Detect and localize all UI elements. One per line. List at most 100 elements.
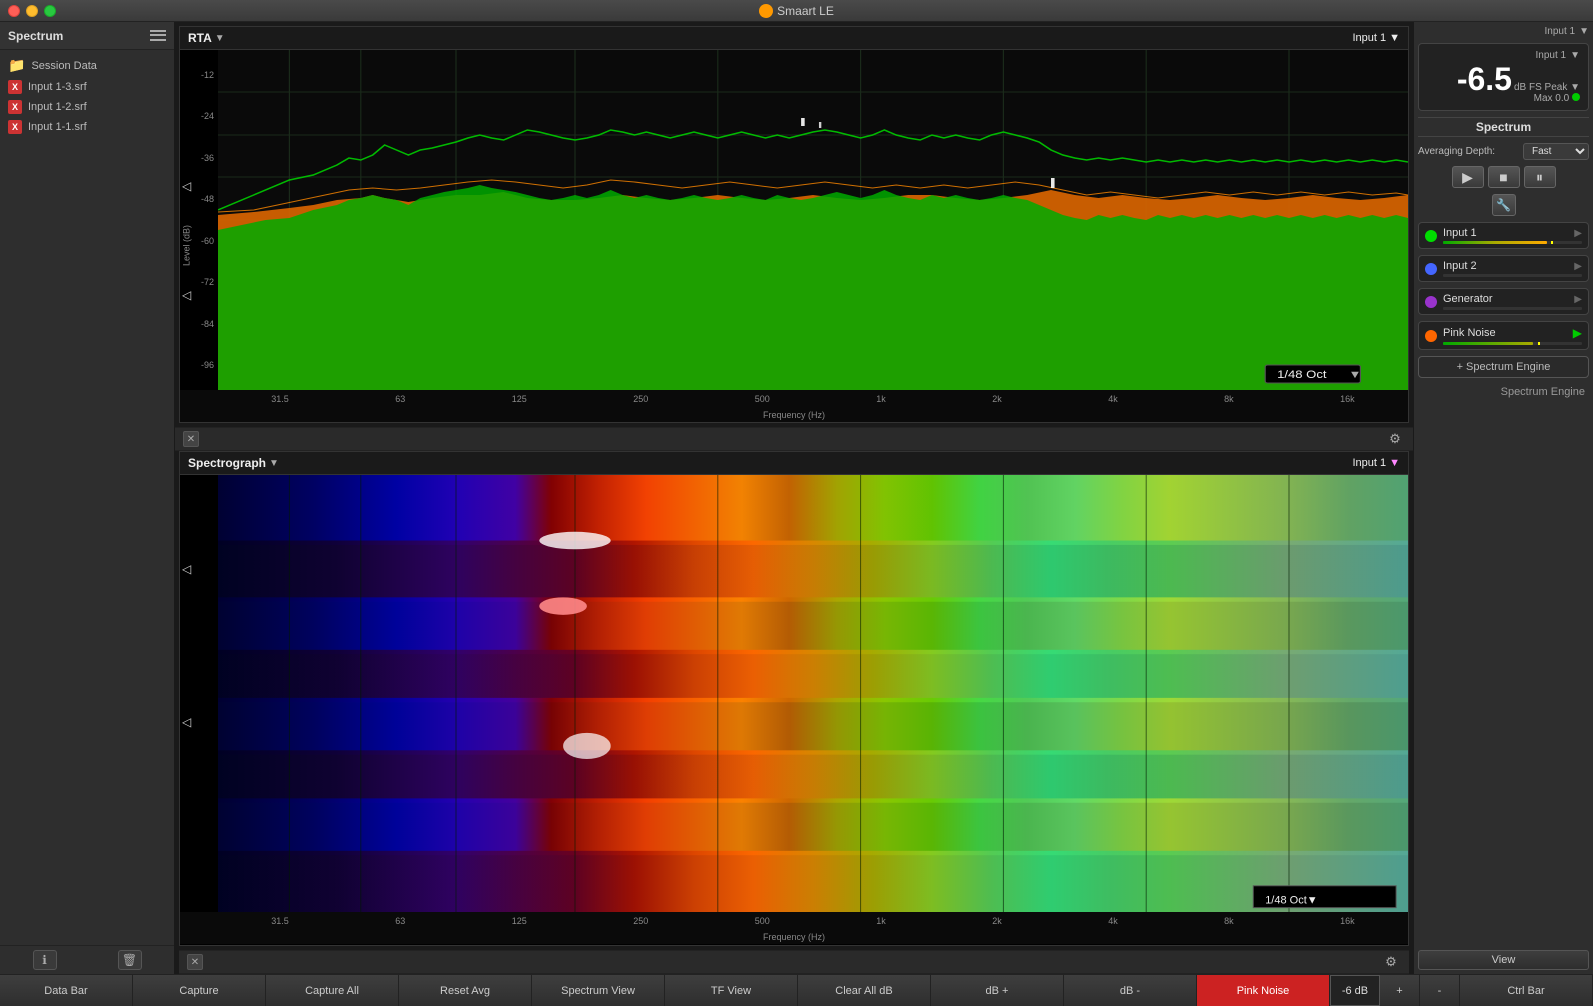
generator-dot: [1425, 296, 1437, 308]
data-bar-button[interactable]: Data Bar: [0, 975, 133, 1006]
pause-button[interactable]: ⏸: [1524, 166, 1556, 188]
sidebar-info-button[interactable]: ℹ: [33, 950, 57, 970]
pink-noise-meter-fill: [1443, 342, 1533, 345]
spectrograph-handle-1[interactable]: ◁: [182, 562, 191, 576]
channel-input2[interactable]: Input 2 ▶: [1418, 255, 1589, 282]
rta-input-selector[interactable]: Input 1 ▼: [1352, 32, 1400, 44]
window-title: Smaart LE: [759, 4, 834, 18]
input1-meter: [1443, 241, 1582, 244]
rta-panel: RTA ▼ Input 1 ▼ Level (dB) -12 -24 -36: [179, 26, 1409, 423]
input1-dot: [1425, 230, 1437, 242]
main-area: Spectrum 📁 Session Data X Input 1-3.srf …: [0, 22, 1593, 974]
app-icon: [759, 4, 773, 18]
y-axis-values: -12 -24 -36 -48 -60 -72 -84 -96: [201, 50, 214, 390]
view-button[interactable]: View: [1418, 950, 1589, 970]
level-input-dropdown[interactable]: ▼: [1570, 50, 1580, 61]
minimize-button[interactable]: [26, 5, 38, 17]
spectrograph-handle-2[interactable]: ◁: [182, 715, 191, 729]
rta-chart: Level (dB) -12 -24 -36 -48 -60 -72 -84 -…: [180, 50, 1408, 390]
file-icon-2: X: [8, 100, 22, 114]
wrench-button[interactable]: 🔧: [1492, 194, 1516, 216]
close-button[interactable]: [8, 5, 20, 17]
sidebar-delete-button[interactable]: 🗑: [118, 950, 142, 970]
channel-generator[interactable]: Generator ▶: [1418, 288, 1589, 315]
sidebar: Spectrum 📁 Session Data X Input 1-3.srf …: [0, 22, 175, 974]
play-button[interactable]: ▶: [1452, 166, 1484, 188]
sidebar-content: 📁 Session Data X Input 1-3.srf X Input 1…: [0, 50, 174, 945]
svg-text:1/48 Oct: 1/48 Oct: [1277, 368, 1327, 381]
right-input-arrow[interactable]: ▼: [1579, 26, 1589, 37]
spectrograph-chart: ◁ ◁: [180, 475, 1408, 912]
sidebar-header: Spectrum: [0, 22, 174, 50]
spectrograph-input-selector[interactable]: Input 1 ▼: [1352, 457, 1400, 469]
svg-text:1/48 Oct▼: 1/48 Oct▼: [1265, 894, 1317, 906]
generator-name: Generator: [1443, 293, 1574, 305]
bottom-toolbar: Data Bar Capture Capture All Reset Avg S…: [0, 974, 1593, 1006]
pink-noise-peak: [1538, 342, 1540, 345]
sidebar-menu-button[interactable]: [150, 29, 166, 43]
sidebar-item-file-1[interactable]: X Input 1-3.srf: [0, 77, 174, 97]
clear-all-db-button[interactable]: Clear All dB: [798, 975, 931, 1006]
averaging-row: Averaging Depth: Fast Slow Medium Faster…: [1418, 143, 1589, 160]
add-engine-button[interactable]: + Spectrum Engine: [1418, 356, 1589, 378]
db-decrement-button[interactable]: -: [1420, 975, 1460, 1006]
spectrum-view-button[interactable]: Spectrum View: [532, 975, 665, 1006]
sidebar-item-file-3[interactable]: X Input 1-1.srf: [0, 117, 174, 137]
capture-button[interactable]: Capture: [133, 975, 266, 1006]
spectrograph-panel: Spectrograph ▼ Input 1 ▼ ◁ ◁: [179, 451, 1409, 946]
right-panel: Input 1 ▼ Input 1 ▼ -6.5 dB FS Peak ▼ Ma…: [1413, 22, 1593, 974]
pink-noise-bottom-button[interactable]: Pink Noise: [1197, 975, 1330, 1006]
level-unit[interactable]: dB FS Peak ▼: [1514, 82, 1580, 93]
input1-wrap: Input 1 ▶: [1443, 227, 1582, 244]
averaging-select[interactable]: Fast Slow Medium Faster Impulse: [1523, 143, 1589, 160]
db-minus-button[interactable]: dB -: [1064, 975, 1197, 1006]
right-input-label[interactable]: Input 1: [1545, 26, 1576, 37]
panel-settings-button[interactable]: ⚙: [1385, 429, 1405, 449]
tf-view-button[interactable]: TF View: [665, 975, 798, 1006]
input1-meter-fill: [1443, 241, 1547, 244]
channel-pink-noise[interactable]: Pink Noise ▶: [1418, 321, 1589, 350]
titlebar: Smaart LE: [0, 0, 1593, 22]
sidebar-item-session-data[interactable]: 📁 Session Data: [0, 54, 174, 77]
input1-name: Input 1: [1443, 227, 1574, 239]
input1-arrow[interactable]: ▶: [1574, 228, 1582, 239]
generator-wrap: Generator ▶: [1443, 293, 1582, 310]
spectrograph-settings-button[interactable]: ⚙: [1381, 952, 1401, 972]
rta-y-axis: Level (dB) -12 -24 -36 -48 -60 -72 -84 -…: [180, 50, 218, 390]
level-max: Max 0.0: [1534, 93, 1580, 104]
ctrl-bar-button[interactable]: Ctrl Bar: [1460, 975, 1593, 1006]
green-indicator: [1572, 93, 1580, 101]
sidebar-title: Spectrum: [8, 29, 63, 43]
panel-separator: ✕ ⚙: [175, 427, 1413, 451]
channel-input1[interactable]: Input 1 ▶: [1418, 222, 1589, 249]
window-controls: [8, 5, 56, 17]
spectrograph-image-area: 1/48 Oct▼: [218, 475, 1408, 912]
generator-arrow[interactable]: ▶: [1574, 294, 1582, 305]
spectrograph-x-freq-label: Frequency (Hz): [180, 930, 1408, 944]
stop-button[interactable]: ■: [1488, 166, 1520, 188]
reset-avg-button[interactable]: Reset Avg: [399, 975, 532, 1006]
spectrograph-x-axis: 31.5 63 125 250 500 1k 2k 4k 8k 16k: [180, 912, 1408, 930]
spectrograph-close-button[interactable]: ✕: [187, 954, 203, 970]
maximize-button[interactable]: [44, 5, 56, 17]
pink-noise-meter: [1443, 342, 1582, 345]
capture-all-button[interactable]: Capture All: [266, 975, 399, 1006]
input2-wrap: Input 2 ▶: [1443, 260, 1582, 277]
rta-dropdown-arrow[interactable]: ▼: [215, 33, 225, 44]
level-input-name[interactable]: Input 1: [1536, 50, 1567, 61]
pink-noise-play-icon[interactable]: ▶: [1573, 326, 1582, 340]
rta-handle-top[interactable]: ◁: [182, 179, 191, 193]
rta-graph-area: 1/48 Oct ▼: [218, 50, 1408, 390]
rta-close-button[interactable]: ✕: [183, 431, 199, 447]
input2-arrow[interactable]: ▶: [1574, 261, 1582, 272]
db-increment-button[interactable]: +: [1380, 975, 1420, 1006]
rta-svg: 1/48 Oct ▼: [218, 50, 1408, 390]
sidebar-item-file-2[interactable]: X Input 1-2.srf: [0, 97, 174, 117]
rta-x-labels: 31.5 63 125 250 500 1k 2k 4k 8k 16k: [218, 390, 1408, 408]
db-plus-button[interactable]: dB +: [931, 975, 1064, 1006]
rta-input-arrow: ▼: [1389, 32, 1400, 44]
spectrograph-label: Spectrograph ▼: [188, 456, 279, 470]
rta-handle-bottom[interactable]: ◁: [182, 288, 191, 302]
pink-noise-wrap: Pink Noise ▶: [1443, 326, 1582, 345]
spectrograph-dropdown-arrow[interactable]: ▼: [269, 458, 279, 469]
